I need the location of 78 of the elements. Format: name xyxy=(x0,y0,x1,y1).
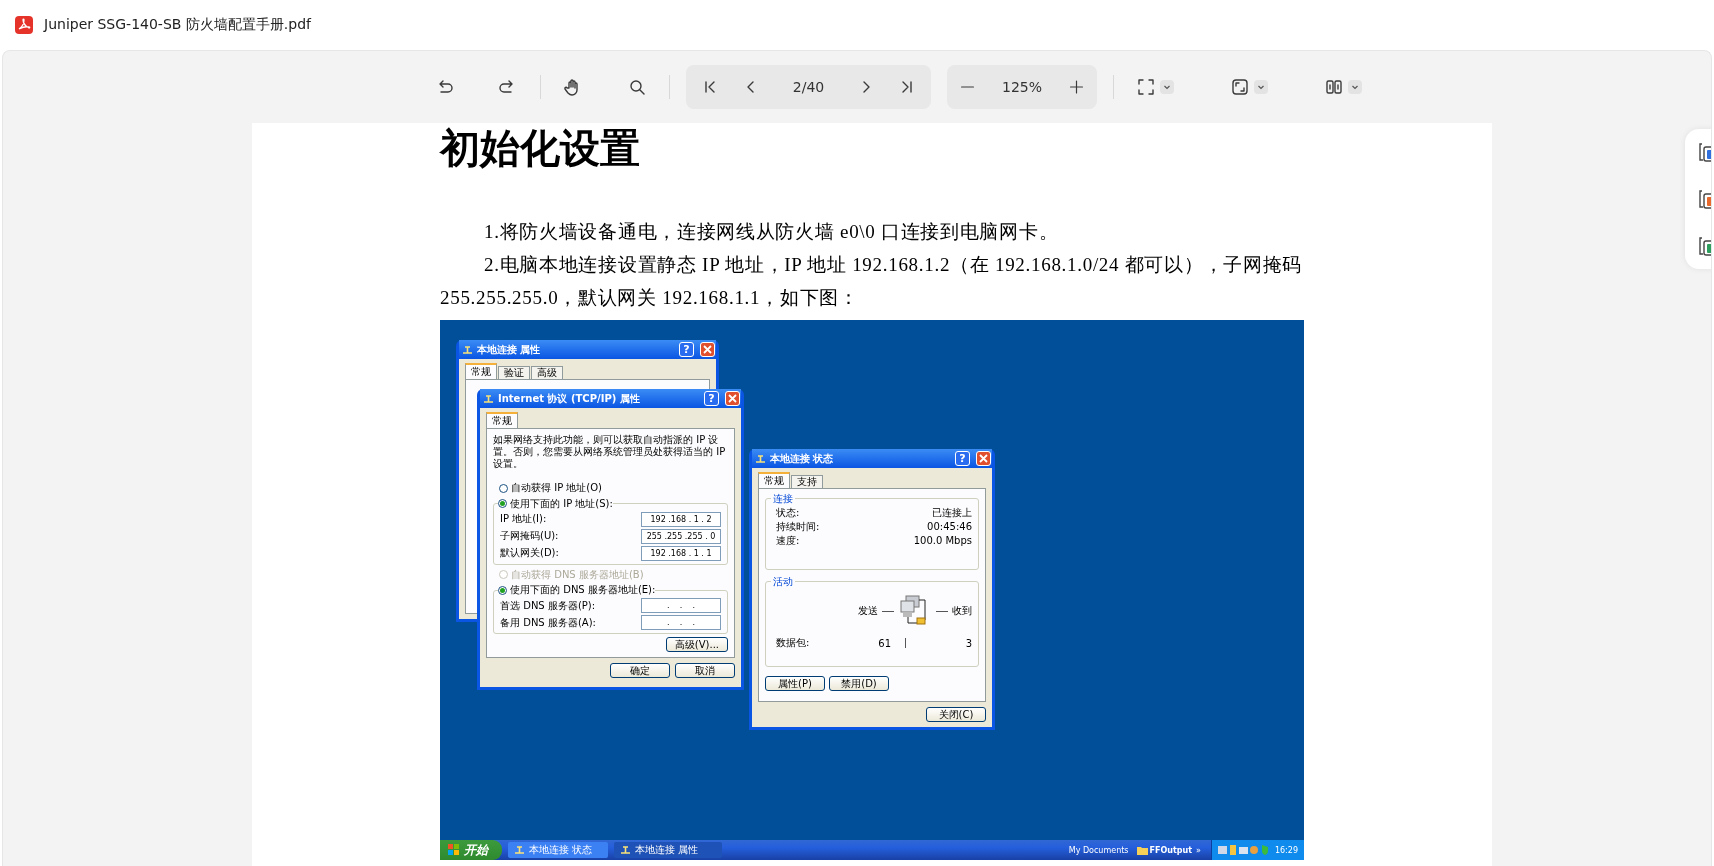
tab[interactable]: 常规 xyxy=(758,472,790,488)
window-title: 本地连接 状态 xyxy=(770,451,834,466)
field-label: 子网掩码(U): xyxy=(500,529,559,543)
help-button[interactable]: ? xyxy=(704,391,719,406)
tab[interactable]: 高级 xyxy=(531,366,563,379)
fullscreen-icon[interactable] xyxy=(1230,77,1250,97)
dialog-button[interactable]: 属性(P) xyxy=(765,676,825,691)
field-label: IP 地址(I): xyxy=(500,512,547,526)
input-field[interactable]: . . . xyxy=(641,598,721,613)
close-button[interactable] xyxy=(725,391,740,406)
sent-label: 发送 xyxy=(858,604,878,618)
status-value: 00:45:46 xyxy=(927,521,972,533)
tab[interactable]: 支持 xyxy=(791,475,823,488)
network-icon xyxy=(483,393,494,404)
window-title: 本地连接 属性 xyxy=(477,342,541,357)
window-title: Internet 协议 (TCP/IP) 属性 xyxy=(498,391,640,406)
caret-icon[interactable] xyxy=(1348,80,1362,94)
paragraph: 1.将防火墙设备通电，连接网线从防火墙 e0\0 口连接到电脑网卡。 xyxy=(483,220,1060,244)
clock: 16:29 xyxy=(1274,845,1298,855)
toolbar-label: My Documents xyxy=(1068,845,1129,855)
help-button[interactable]: ? xyxy=(955,451,970,466)
packets-label: 数据包: xyxy=(776,636,811,650)
flag-icon xyxy=(448,844,460,856)
search-icon[interactable] xyxy=(627,77,647,97)
radio-button[interactable]: 自动获得 IP 地址(O) xyxy=(499,481,602,495)
group-label: 连接 xyxy=(771,492,795,506)
network-icon xyxy=(620,845,631,855)
sent-count: 61 xyxy=(877,637,891,649)
received-label: 收到 xyxy=(952,604,972,618)
folder-icon xyxy=(1136,845,1148,855)
two-page-icon[interactable] xyxy=(1324,77,1344,97)
input-field[interactable]: 255 .255 .255 . 0 xyxy=(641,528,721,544)
close-button[interactable] xyxy=(976,451,991,466)
status-value: 已连接上 xyxy=(932,507,972,519)
tab[interactable]: 常规 xyxy=(465,363,497,379)
field-label: 备用 DNS 服务器(A): xyxy=(500,615,596,630)
input-field[interactable]: . . . xyxy=(641,615,721,630)
page-heading: 初始化设置 xyxy=(440,127,640,171)
chevron-icon[interactable]: » xyxy=(1196,845,1201,855)
dialog-button[interactable]: 确定 xyxy=(610,663,670,678)
status-label: 状态: xyxy=(776,507,800,519)
status-value: 100.0 Mbps xyxy=(913,535,972,547)
status-label: 速度: xyxy=(776,535,800,547)
start-button[interactable]: 开始 xyxy=(440,840,502,860)
page-indicator[interactable]: 2/40 xyxy=(778,79,839,95)
tray-icons-drawing xyxy=(1217,844,1270,856)
close-button[interactable] xyxy=(700,342,715,357)
caret-icon[interactable] xyxy=(1254,80,1268,94)
pdf-file-icon xyxy=(14,15,34,35)
paragraph: 2.电脑本地连接设置静态 IP 地址，IP 地址 192.168.1.2（在 192.168.1.0/24 都可以），子网掩码 255.255.255.0，默认网关 192.168.1.1，如下图： xyxy=(440,253,1302,310)
received-count: 3 xyxy=(964,637,972,649)
taskbar-button[interactable]: 本地连接 状态 xyxy=(508,842,608,858)
group-label: 活动 xyxy=(771,575,795,589)
radio-button[interactable]: 使用下面的 IP 地址(S): xyxy=(498,497,613,510)
field-label: 默认网关(D): xyxy=(500,546,559,560)
taskbar-button[interactable]: 本地连接 属性 xyxy=(614,842,722,858)
zoom-in-icon[interactable] xyxy=(1068,77,1085,97)
help-button[interactable]: ? xyxy=(679,342,694,357)
close-dialog-button[interactable]: 关闭(C) xyxy=(926,707,986,722)
input-field[interactable]: 192 .168 . 1 . 2 xyxy=(641,511,721,527)
field-label: 首选 DNS 服务器(P): xyxy=(500,598,596,613)
network-icon xyxy=(755,453,766,464)
status-label: 持续时间: xyxy=(776,521,820,533)
folder-link[interactable]: FFOutput xyxy=(1149,845,1193,855)
input-field[interactable]: 192 .168 . 1 . 1 xyxy=(641,545,721,561)
radio-button[interactable]: 使用下面的 DNS 服务器地址(E): xyxy=(498,584,656,596)
dialog-button[interactable]: 禁用(D) xyxy=(829,676,889,691)
fit-page-icon[interactable] xyxy=(1136,77,1156,97)
tab[interactable]: 验证 xyxy=(498,366,530,379)
caret-icon[interactable] xyxy=(1160,80,1174,94)
dialog-button[interactable]: 取消 xyxy=(675,663,735,678)
network-icon xyxy=(462,344,473,355)
advanced-button[interactable]: 高级(V)... xyxy=(665,637,728,652)
document-title: Juniper SSG-140-SB 防火墙配置手册.pdf xyxy=(44,16,311,34)
network-icon xyxy=(514,845,525,855)
tab[interactable]: 常规 xyxy=(486,412,518,428)
description-text: 如果网络支持此功能，则可以获取自动指派的 IP 设置。否则，您需要从网络系统管理员处获得适当的 IP 设置。 xyxy=(493,434,727,470)
zoom-level[interactable]: 125% xyxy=(992,79,1052,95)
